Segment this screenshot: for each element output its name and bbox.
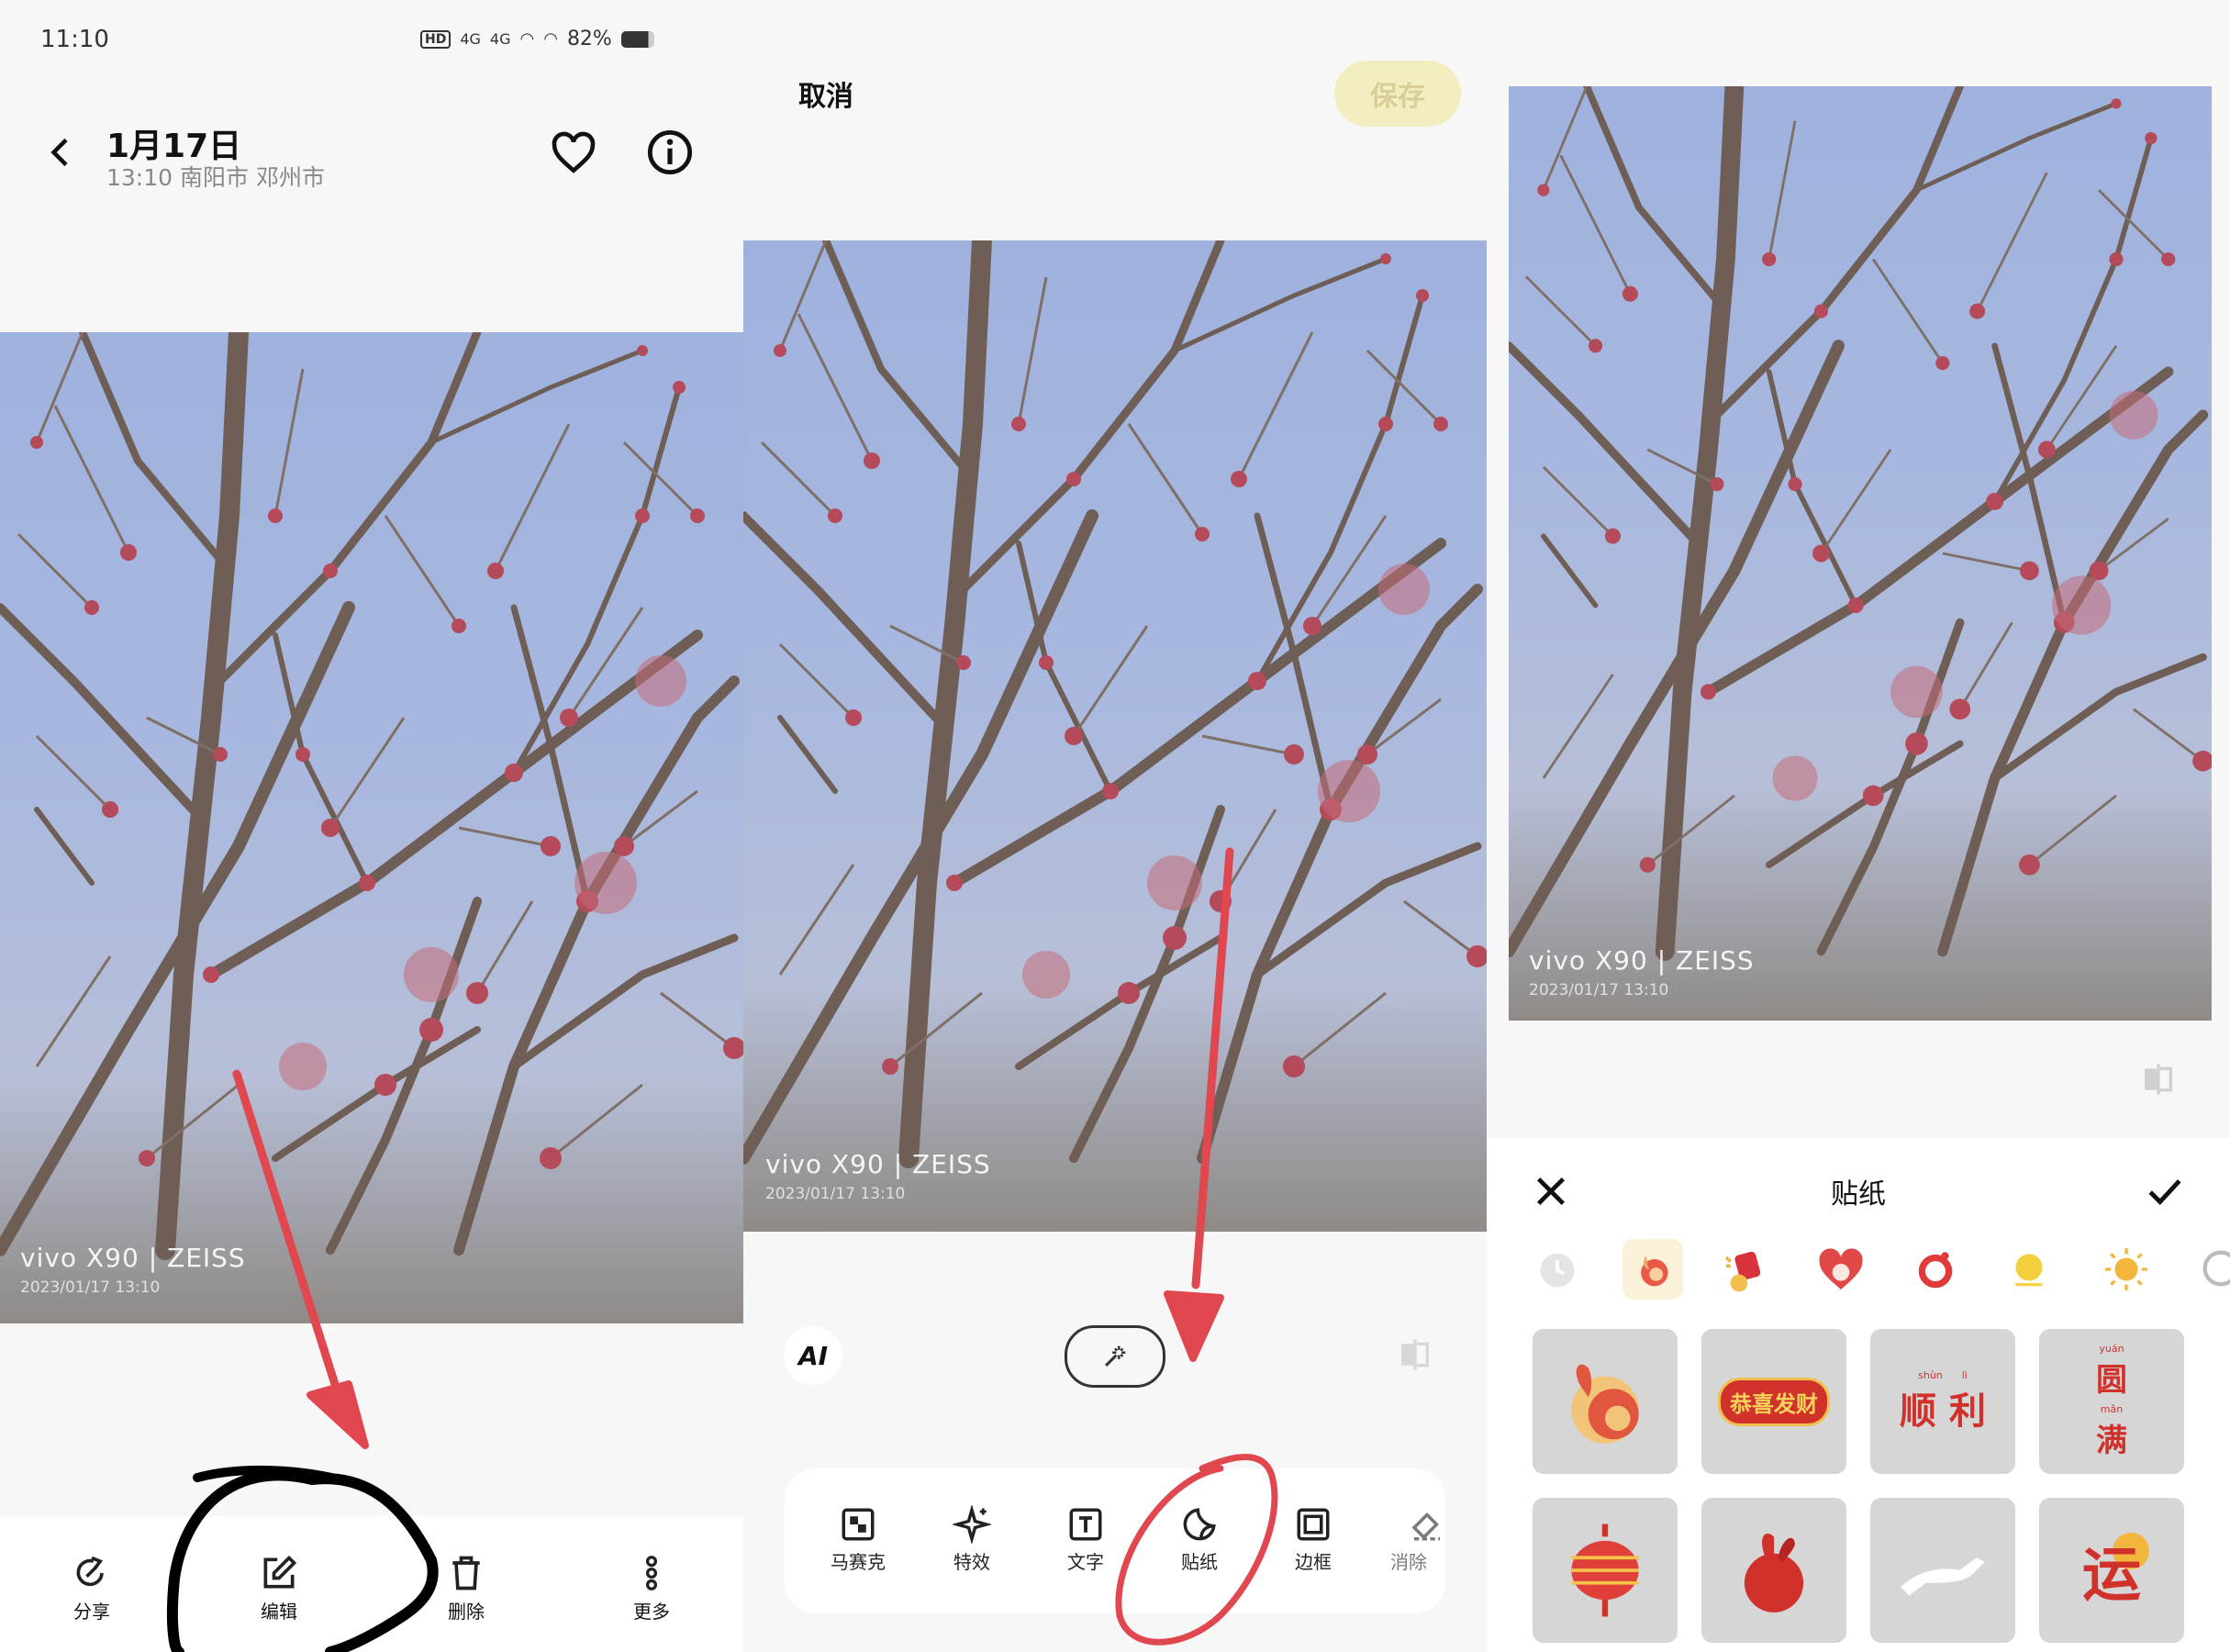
shunli-sticker[interactable]: shùn lì 顺 利 bbox=[1870, 1329, 2015, 1474]
wm-model-3: X90 bbox=[1594, 945, 1648, 976]
category-rabbit[interactable] bbox=[1622, 1239, 1683, 1300]
sticker-picker-screen: vivo X90 | ZEISS 2023/01/17 13:10 贴纸 恭喜发… bbox=[1487, 0, 2230, 1652]
wm-date-3: 2023/01/17 13:10 bbox=[1529, 981, 1669, 999]
sun-icon bbox=[2105, 1248, 2147, 1290]
annotation-arrow-2 bbox=[1164, 847, 1234, 1362]
gongxi-facai-sticker[interactable]: 恭喜发财 bbox=[1701, 1329, 1846, 1474]
sticker-panel-title: 贴纸 bbox=[1831, 1178, 1886, 1211]
gongxi-facai-badge: 恭喜发财 bbox=[1718, 1377, 1830, 1426]
yuan-pinyin: yuán bbox=[2099, 1343, 2124, 1355]
white-rabbit-icon bbox=[1901, 1557, 1985, 1596]
compare-button-3[interactable] bbox=[2140, 1061, 2177, 1098]
man-pinyin: mǎn bbox=[2100, 1403, 2124, 1415]
category-recent[interactable] bbox=[1537, 1250, 1578, 1290]
rabbit-category-icon bbox=[1641, 1256, 1668, 1287]
category-heart-rabbit[interactable] bbox=[1813, 1245, 1868, 1296]
lantern-icon bbox=[1571, 1524, 1639, 1617]
sunny-chick-icon bbox=[2015, 1254, 2043, 1287]
red-ring-icon bbox=[1918, 1252, 1953, 1289]
shunli-text: 顺 利 bbox=[1900, 1389, 1986, 1433]
annotation-circle bbox=[166, 1469, 439, 1652]
category-sun[interactable] bbox=[2103, 1246, 2149, 1292]
recent-clock-icon bbox=[1540, 1253, 1575, 1288]
annotation-overlay-2 bbox=[1115, 847, 1278, 1646]
yuanman-sticker[interactable]: yuán 圆 mǎn 满 bbox=[2039, 1329, 2184, 1474]
yun-badge: 运 bbox=[2061, 1520, 2162, 1621]
wm-sep-3: | bbox=[1656, 945, 1667, 976]
white-rabbit-sticker[interactable] bbox=[1870, 1498, 2015, 1643]
check-icon bbox=[2148, 1179, 2181, 1206]
photo-watermark-3: vivo X90 | ZEISS 2023/01/17 13:10 bbox=[1529, 945, 1755, 999]
category-more[interactable] bbox=[2197, 1245, 2230, 1292]
yuan-text: 圆 bbox=[2096, 1362, 2127, 1399]
shunli-pinyin: shùn lì bbox=[1918, 1368, 1968, 1381]
photo-editor-screen: 取消 保存 vivo X90 | ZEISS 2023/01/17 13:10 … bbox=[743, 0, 1487, 1652]
photo-viewer-screen: 11:10 HD 4G 4G ◠ ◠ 82% 1月17日 13:10 南阳市 邓… bbox=[0, 0, 743, 1652]
rabbit-moon-icon bbox=[1571, 1364, 1639, 1444]
wm-lens-3: ZEISS bbox=[1676, 945, 1755, 976]
man-text: 满 bbox=[2096, 1423, 2127, 1459]
sticker-preview-photo[interactable]: vivo X90 | ZEISS 2023/01/17 13:10 bbox=[1509, 86, 2212, 1021]
lucky-bag-icon bbox=[1724, 1251, 1761, 1292]
category-sunny-chick[interactable] bbox=[2006, 1246, 2052, 1292]
red-rabbit-icon bbox=[1744, 1533, 1804, 1613]
annotation-overlay bbox=[166, 1069, 439, 1652]
heart-rabbit-icon bbox=[1819, 1248, 1863, 1289]
gongxi-facai-text: 恭喜发财 bbox=[1730, 1390, 1818, 1417]
yun-text: 运 bbox=[2082, 1541, 2141, 1610]
category-lucky-bag[interactable] bbox=[1720, 1245, 1771, 1296]
compare-icon-3 bbox=[2145, 1064, 2172, 1095]
photo-branches-3 bbox=[1509, 86, 2212, 1021]
lantern-sticker[interactable] bbox=[1533, 1498, 1678, 1643]
more-category-icon bbox=[2202, 1250, 2230, 1287]
yun-sticker[interactable]: 运 bbox=[2039, 1498, 2184, 1643]
red-rabbit-sticker[interactable] bbox=[1701, 1498, 1846, 1643]
category-red-ring[interactable] bbox=[1912, 1246, 1958, 1292]
confirm-button[interactable] bbox=[2146, 1173, 2184, 1211]
wm-brand-3: vivo bbox=[1529, 945, 1587, 976]
annotation-circle-2 bbox=[1115, 1454, 1278, 1646]
annotation-arrow bbox=[232, 1069, 369, 1449]
rabbit-moon-sticker[interactable] bbox=[1533, 1329, 1678, 1474]
sticker-panel: 贴纸 恭喜发财 shùn lì 顺 利 yuán 圆 mǎn 满 运 bbox=[1487, 1138, 2230, 1652]
